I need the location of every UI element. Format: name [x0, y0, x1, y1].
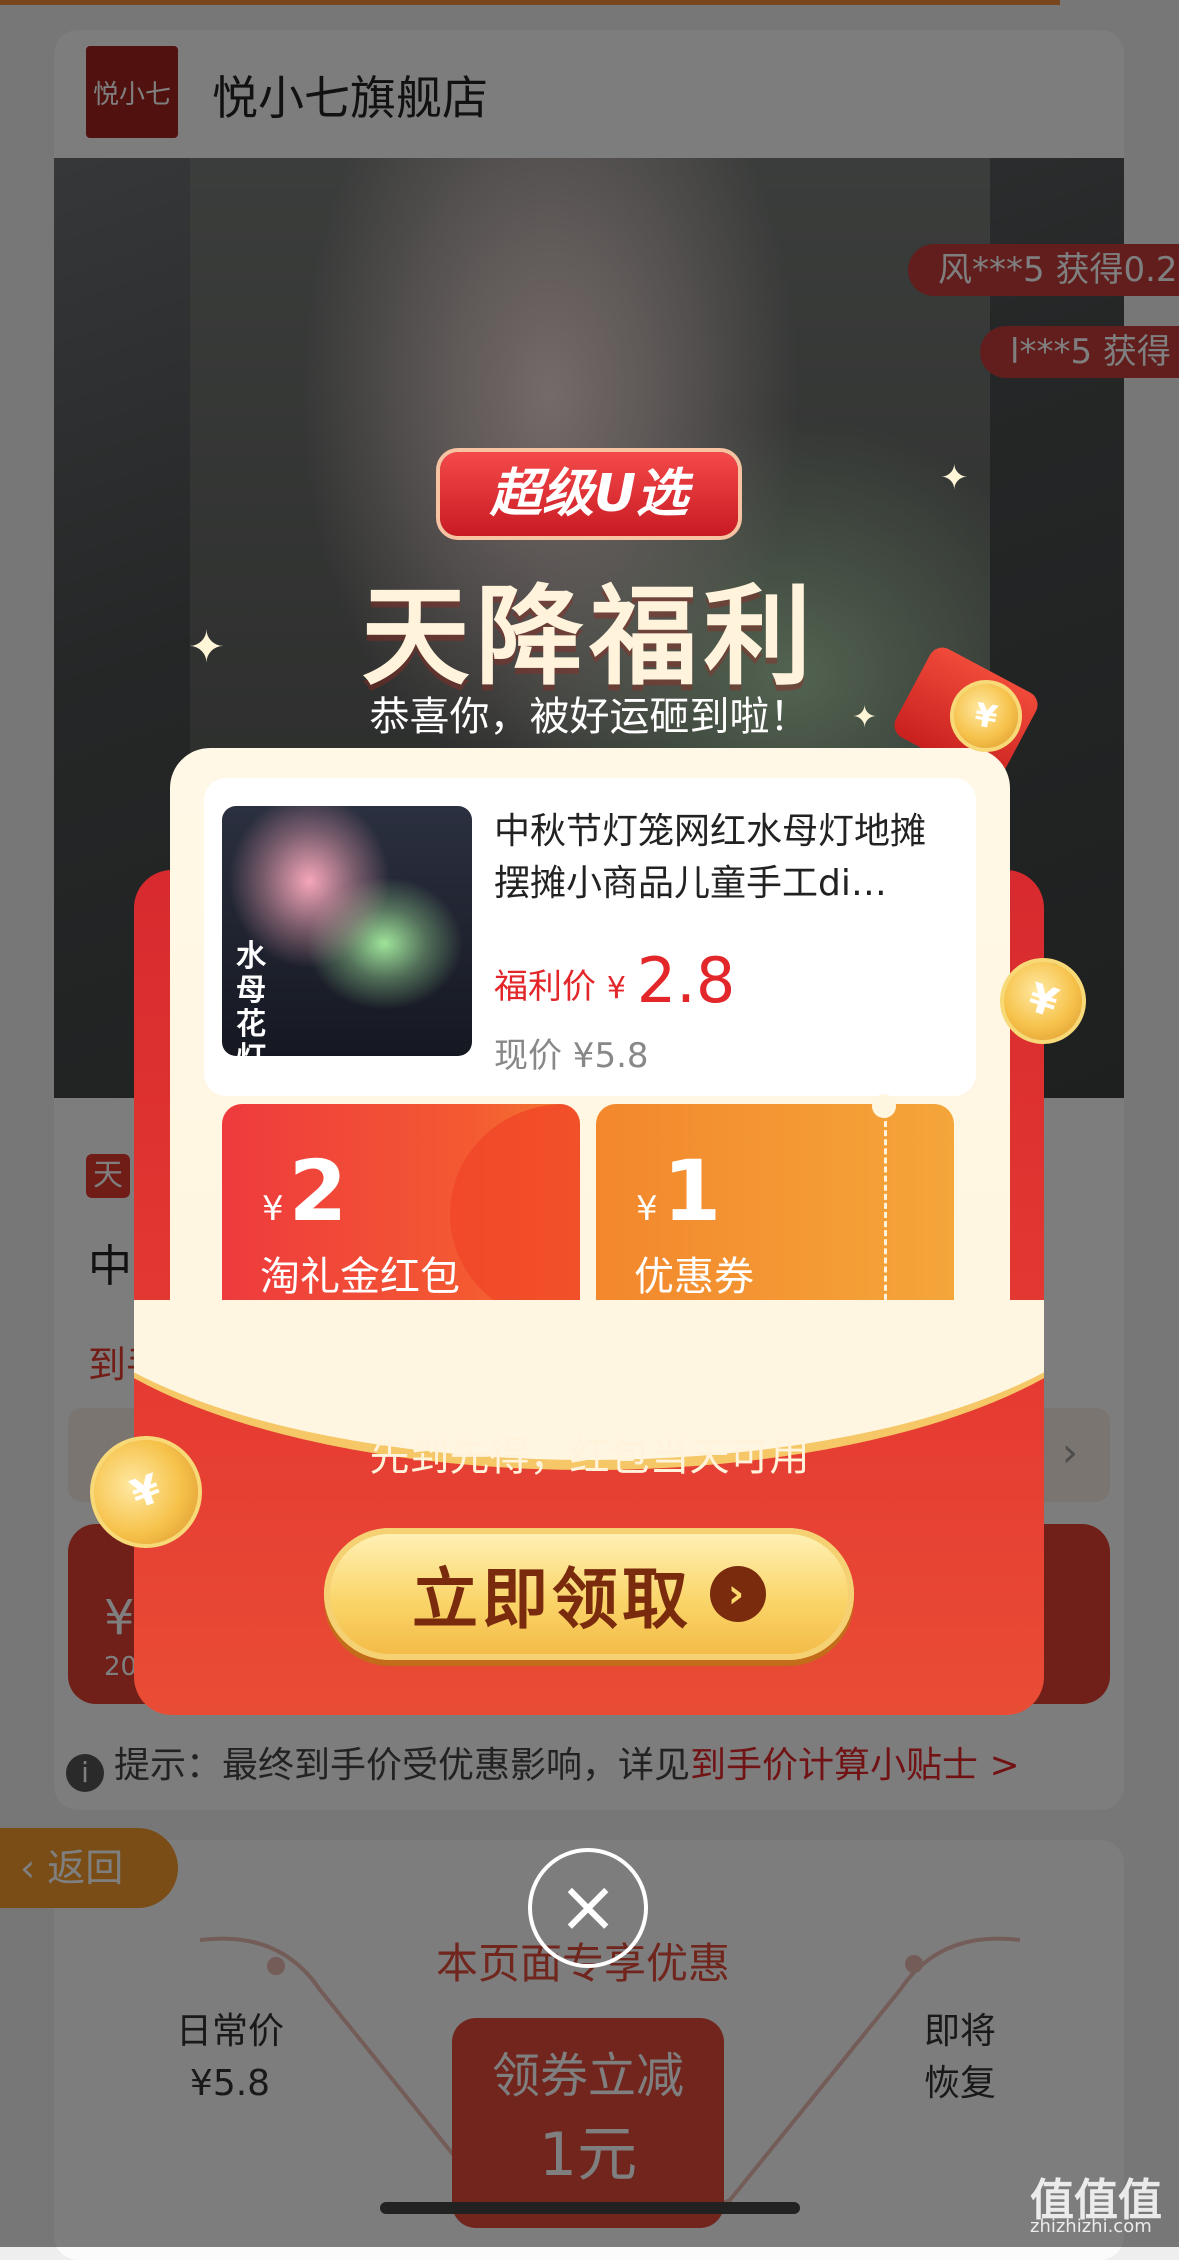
- red-packet-coupon[interactable]: ¥ 2 淘礼金红包: [222, 1104, 580, 1322]
- welfare-price-value: 2.8: [636, 944, 736, 1017]
- coupon-amount: 2: [288, 1142, 348, 1240]
- coupon-perforation: [884, 1112, 887, 1318]
- product-thumbnail-caption: 水母花灯: [236, 939, 266, 1076]
- discount-coupon[interactable]: ¥ 1 优惠券: [596, 1104, 954, 1322]
- claim-now-button[interactable]: 立即领取 ›: [324, 1528, 854, 1660]
- original-price: 现价 ¥5.8: [494, 1036, 649, 1076]
- super-u-badge: 超级U选: [440, 452, 738, 536]
- coupon-amount: 1: [662, 1142, 722, 1240]
- claim-now-label: 立即领取: [412, 1561, 692, 1638]
- sparkle-icon: ✦: [940, 458, 969, 498]
- welfare-price-label: 福利价: [494, 967, 596, 1007]
- home-indicator[interactable]: [380, 2202, 800, 2214]
- coupon-label: 淘礼金红包: [260, 1254, 460, 1300]
- coupon-notch: [872, 1094, 896, 1118]
- product-title: 中秋节灯笼网红水母灯地摊摆摊小商品儿童手工di…: [494, 811, 927, 904]
- coupon-yen: ¥: [262, 1189, 284, 1229]
- close-modal-button[interactable]: ×: [528, 1848, 648, 1968]
- coupon-decor-circle: [450, 1104, 580, 1322]
- chevron-right-icon: ›: [710, 1566, 766, 1622]
- welfare-price-yen: ¥: [606, 971, 626, 1006]
- welfare-price: 福利价 ¥ 2.8: [494, 944, 735, 1017]
- watermark-url: zhizhizhi.com: [1030, 2216, 1152, 2237]
- coupon-label: 优惠券: [634, 1254, 754, 1300]
- coupon-yen: ¥: [636, 1189, 658, 1229]
